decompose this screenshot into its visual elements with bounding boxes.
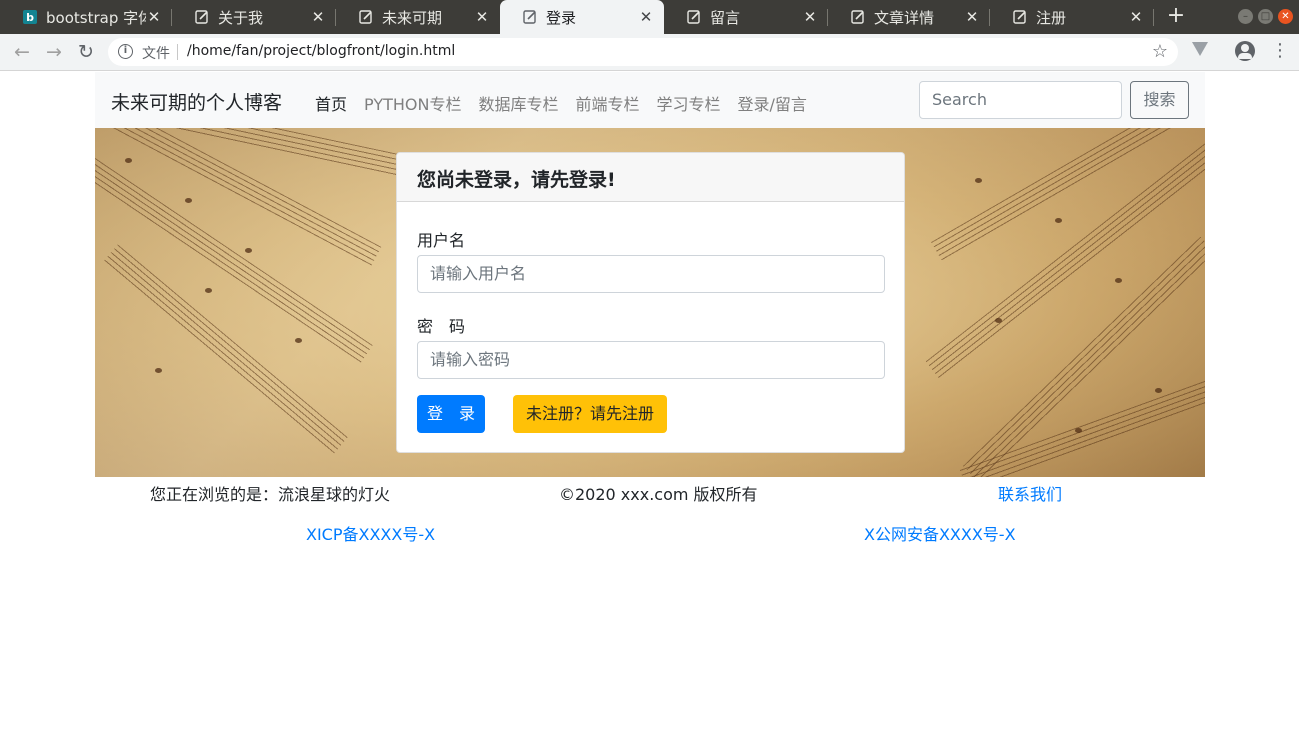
search-button[interactable]: 搜索 [1130,81,1189,119]
info-icon[interactable]: i [118,44,133,59]
password-label: 密 码 [417,317,466,336]
close-icon[interactable]: ✕ [1128,8,1144,26]
register-button[interactable]: 未注册？请先注册 [513,395,667,433]
bing-icon: b [22,9,38,25]
back-arrow-icon[interactable]: ← [10,40,34,64]
tab-login[interactable]: 登录 ✕ [500,0,664,34]
page-icon [1012,9,1028,25]
login-card-title: 您尚未登录，请先登录! [397,153,904,202]
url-text[interactable]: /home/fan/project/blogfront/login.html [187,43,455,59]
search-input[interactable]: Search [919,81,1122,119]
page-icon [358,9,374,25]
tab-title: 登录 [546,8,577,27]
close-icon[interactable]: ✕ [638,8,654,26]
page-icon [522,9,538,25]
minimize-icon[interactable]: – [1238,9,1253,24]
browser-tab-strip: b bootstrap 字体 ✕ 关于我 ✕ 未来可期 ✕ 登录 ✕ 留言 ✕ [0,0,1299,34]
nav-link-home[interactable]: 首页 [315,91,347,115]
tab-register[interactable]: 注册 ✕ [990,0,1154,34]
address-bar[interactable]: i 文件 /home/fan/project/blogfront/login.h… [108,38,1178,66]
nav-link-study[interactable]: 学习专栏 [657,91,721,115]
tab-bootstrap[interactable]: b bootstrap 字体 ✕ [0,0,172,34]
nav-link-database[interactable]: 数据库专栏 [478,91,558,115]
site-navbar: 未来可期的个人博客 首页 PYTHON专栏 数据库专栏 前端专栏 学习专栏 登录… [95,72,1205,128]
footer-copyright: ©2020 xxx.com 版权所有 [559,485,758,504]
window-close-icon[interactable]: ✕ [1278,9,1293,24]
kebab-menu-icon[interactable]: ⋮ [1271,40,1289,62]
forward-arrow-icon[interactable]: → [42,40,66,64]
page-viewport: 未来可期的个人博客 首页 PYTHON专栏 数据库专栏 前端专栏 学习专栏 登录… [0,72,1299,741]
tab-article-detail[interactable]: 文章详情 ✕ [828,0,990,34]
tab-title: 未来可期 [382,8,443,27]
footer-police-link[interactable]: X公网安备XXXX号-X [864,521,1016,545]
close-icon[interactable]: ✕ [474,8,490,26]
site-brand[interactable]: 未来可期的个人博客 [111,88,282,115]
footer-browsing-text: 您正在浏览的是：流浪星球的灯火 [150,485,391,504]
close-icon[interactable]: ✕ [146,8,162,26]
password-input[interactable]: 请输入密码 [417,341,885,379]
bookmark-star-icon[interactable]: ☆ [1152,41,1168,62]
username-label: 用户名 [417,231,466,250]
nav-link-frontend[interactable]: 前端专栏 [575,91,639,115]
tab-title: 留言 [710,8,741,27]
page-icon [850,9,866,25]
login-card: 您尚未登录，请先登录! 用户名 请输入用户名 密 码 请输入密码 登 录 未注册… [396,152,905,453]
tab-future[interactable]: 未来可期 ✕ [336,0,500,34]
tab-title: 注册 [1036,8,1067,27]
tab-title: 文章详情 [874,8,935,27]
tab-title: bootstrap 字体 [46,8,146,27]
scheme-label: 文件 [142,46,170,62]
new-tab-button[interactable]: + [1165,5,1187,27]
account-icon[interactable] [1235,41,1255,61]
extension-icon[interactable] [1192,42,1208,56]
browser-toolbar: ← → ↻ i 文件 /home/fan/project/blogfront/l… [0,34,1299,71]
footer-contact-link[interactable]: 联系我们 [998,481,1062,505]
page-icon [686,9,702,25]
tab-messages[interactable]: 留言 ✕ [664,0,828,34]
maximize-icon[interactable]: □ [1258,9,1273,24]
nav-link-login-message[interactable]: 登录/留言 [738,91,807,115]
tab-about[interactable]: 关于我 ✕ [172,0,336,34]
username-input[interactable]: 请输入用户名 [417,255,885,293]
nav-links: 首页 PYTHON专栏 数据库专栏 前端专栏 学习专栏 登录/留言 [315,91,824,115]
footer-icp-link[interactable]: XICP备XXXX号-X [306,521,435,545]
login-button[interactable]: 登 录 [417,395,485,433]
nav-link-python[interactable]: PYTHON专栏 [364,91,461,115]
close-icon[interactable]: ✕ [802,8,818,26]
page-icon [194,9,210,25]
reload-icon[interactable]: ↻ [74,40,98,64]
close-icon[interactable]: ✕ [964,8,980,26]
tab-title: 关于我 [218,8,264,27]
close-icon[interactable]: ✕ [310,8,326,26]
